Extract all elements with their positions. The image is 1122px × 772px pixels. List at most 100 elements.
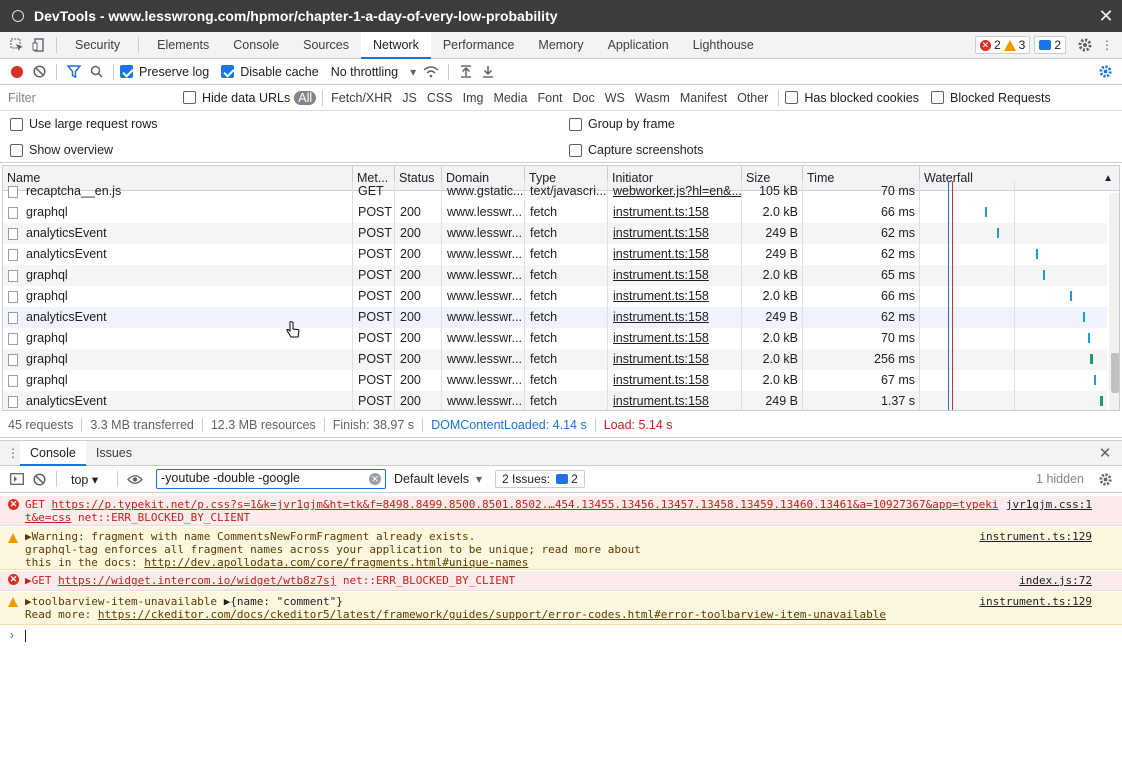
msg-source-link[interactable]: instrument.ts:129 (979, 595, 1092, 608)
console-issues-button[interactable]: 2 Issues: 2 (495, 470, 585, 488)
table-scrollbar[interactable] (1109, 193, 1119, 410)
cell-initiator[interactable]: instrument.ts:158 (608, 349, 742, 370)
device-toolbar-icon[interactable] (28, 34, 50, 56)
console-settings-gear-icon[interactable] (1094, 468, 1116, 490)
messages-badge[interactable]: 2 (1034, 36, 1066, 54)
msg-source-link[interactable]: jvr1gjm.css:1 (1006, 498, 1092, 511)
table-row[interactable]: analyticsEvent POST 200 www.lesswr... fetch i… (3, 244, 1107, 265)
tab-sources[interactable]: Sources (291, 32, 361, 59)
tab-console[interactable]: Console (221, 32, 291, 59)
table-row-partial[interactable]: recaptcha__en.js GET www.gstatic... text/ja… (3, 181, 1107, 202)
search-icon[interactable] (85, 61, 107, 83)
msg-link[interactable]: https://ckeditor.com/docs/ckeditor5/late… (98, 608, 886, 621)
record-icon[interactable] (6, 61, 28, 83)
cell-initiator[interactable]: instrument.ts:158 (608, 286, 742, 307)
table-row[interactable]: graphql POST 200 www.lesswr... fetch instrume… (3, 265, 1107, 286)
msg-link[interactable]: https://p.typekit.net/p.css?s=1&k=jvr1gj… (52, 498, 999, 511)
log-levels-select[interactable]: Default levels (394, 472, 469, 486)
tab-security[interactable]: Security (63, 32, 132, 59)
network-settings-gear-icon[interactable] (1094, 61, 1116, 83)
type-filter-img[interactable]: Img (459, 91, 488, 105)
msg-link[interactable]: http://dev.apollodata.com/core/fragments… (144, 556, 528, 569)
drawer-menu-icon[interactable]: ⋮ (6, 442, 20, 464)
tab-network[interactable]: Network (361, 31, 431, 59)
console-filter-input[interactable]: -youtube -double -google ✕ (156, 469, 386, 489)
import-har-icon[interactable] (455, 61, 477, 83)
capture-screenshots-checkbox[interactable] (569, 143, 582, 157)
table-row[interactable]: graphql POST 200 www.lesswr... fetch instrume… (3, 202, 1107, 223)
clear-console-icon[interactable] (28, 468, 50, 490)
tab-elements[interactable]: Elements (145, 32, 221, 59)
type-filter-other[interactable]: Other (733, 91, 772, 105)
type-filter-wasm[interactable]: Wasm (631, 91, 674, 105)
close-window-icon[interactable]: ✕ (1090, 6, 1122, 27)
msg-source-link[interactable]: index.js:72 (1019, 574, 1092, 587)
tab-application[interactable]: Application (596, 32, 681, 59)
waterfall-gridline (1014, 349, 1015, 370)
type-filter-ws[interactable]: WS (601, 91, 629, 105)
msg-link[interactable]: https://widget.intercom.io/widget/wtb8z7… (58, 574, 336, 587)
blocked-requests-checkbox[interactable] (931, 91, 944, 104)
cell-initiator[interactable]: instrument.ts:158 (608, 391, 742, 410)
has-blocked-cookies-checkbox[interactable] (785, 91, 799, 104)
cell-initiator[interactable]: instrument.ts:158 (608, 265, 742, 286)
type-filter-doc[interactable]: Doc (569, 91, 599, 105)
export-har-icon[interactable] (477, 61, 499, 83)
msg-prefix[interactable]: ▶GET (25, 574, 58, 587)
console-prompt[interactable]: › (0, 628, 1122, 644)
cell-initiator[interactable]: webworker.js?hl=en&... (608, 181, 742, 202)
clear-filter-icon[interactable]: ✕ (369, 473, 381, 485)
table-row[interactable]: graphql POST 200 www.lesswr... fetch instrume… (3, 349, 1107, 370)
scrollbar-thumb[interactable] (1111, 353, 1119, 393)
table-row[interactable]: analyticsEvent POST 200 www.lesswr... fetch i… (3, 223, 1107, 244)
drawer-tab-issues[interactable]: Issues (86, 441, 142, 466)
cell-initiator[interactable]: instrument.ts:158 (608, 370, 742, 391)
close-drawer-icon[interactable]: ✕ (1094, 442, 1116, 464)
table-row[interactable]: graphql POST 200 www.lesswr... fetch instrume… (3, 286, 1107, 307)
table-row[interactable]: graphql POST 200 www.lesswr... fetch instrume… (3, 370, 1107, 391)
settings-gear-icon[interactable] (1074, 34, 1096, 56)
table-row[interactable]: graphql POST 200 www.lesswr... fetch instrume… (3, 328, 1107, 349)
filter-icon[interactable] (63, 61, 85, 83)
tab-performance[interactable]: Performance (431, 32, 527, 59)
live-expression-eye-icon[interactable] (124, 468, 146, 490)
type-filter-js[interactable]: JS (398, 91, 421, 105)
more-options-icon[interactable]: ⋮ (1096, 34, 1118, 56)
msg-line[interactable]: ▶toolbarview-item-unavailable (25, 595, 224, 608)
msg-source-link[interactable]: instrument.ts:129 (979, 530, 1092, 543)
context-select[interactable]: top ▾ (71, 472, 111, 487)
table-row[interactable]: analyticsEvent POST 200 www.lesswr... fetch i… (3, 391, 1107, 410)
msg-link-continued[interactable]: t&e=css (25, 511, 71, 524)
tab-memory[interactable]: Memory (526, 32, 595, 59)
throttling-select[interactable]: No throttling (331, 65, 398, 79)
inspect-element-icon[interactable] (6, 34, 28, 56)
type-filter-css[interactable]: CSS (423, 91, 457, 105)
type-filter-all[interactable]: All (294, 90, 317, 105)
table-row[interactable]: analyticsEvent POST 200 www.lesswr... fetch i… (3, 307, 1107, 328)
cell-initiator[interactable]: instrument.ts:158 (608, 244, 742, 265)
clear-icon[interactable] (28, 61, 50, 83)
issues-badge[interactable]: ✕ 2 3 (974, 36, 1031, 54)
msg-line[interactable]: ▶Warning: fragment with name CommentsNew… (25, 530, 1092, 543)
hide-data-urls-checkbox[interactable] (183, 91, 196, 104)
drawer-tab-console[interactable]: Console (20, 440, 86, 466)
show-sidebar-icon[interactable] (6, 468, 28, 490)
cell-initiator[interactable]: instrument.ts:158 (608, 223, 742, 244)
type-filter-fetch-xhr[interactable]: Fetch/XHR (327, 91, 396, 105)
type-filter-font[interactable]: Font (533, 91, 566, 105)
type-filter-media[interactable]: Media (489, 91, 531, 105)
msg-object[interactable]: ▶{name: "comment"} (224, 595, 343, 608)
tab-lighthouse[interactable]: Lighthouse (681, 32, 766, 59)
group-by-frame-checkbox[interactable] (569, 117, 582, 131)
filter-input[interactable]: Filter (4, 87, 169, 108)
cell-initiator[interactable]: instrument.ts:158 (608, 202, 742, 223)
large-rows-checkbox[interactable] (10, 117, 23, 131)
cell-initiator[interactable]: instrument.ts:158 (608, 328, 742, 349)
network-conditions-icon[interactable] (420, 61, 442, 83)
preserve-log-checkbox[interactable] (120, 65, 133, 78)
type-filter-manifest[interactable]: Manifest (676, 91, 731, 105)
cell-initiator[interactable]: instrument.ts:158 (608, 307, 742, 328)
show-overview-checkbox[interactable] (10, 143, 23, 157)
chevron-down-icon[interactable]: ▾ (406, 61, 420, 83)
disable-cache-checkbox[interactable] (221, 65, 235, 78)
